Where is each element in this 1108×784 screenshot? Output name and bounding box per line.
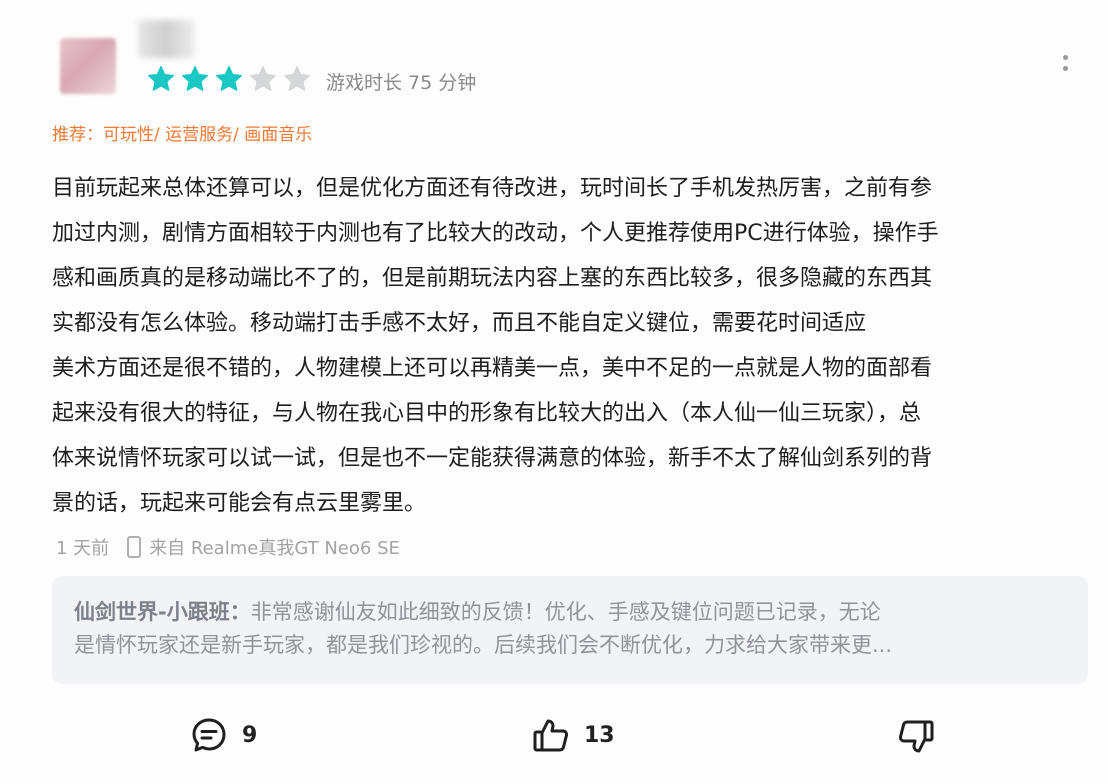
review-card: 游戏时长 75 分钟 推荐：可玩性/ 运营服务/ 画面音乐 目前玩起来总体还算可… (0, 0, 1108, 784)
star-icon (182, 66, 208, 91)
comment-count: 9 (242, 722, 258, 748)
more-icon (1062, 55, 1068, 60)
device-label: 来自 Realme真我GT Neo6 SE (149, 538, 400, 559)
comment-icon (192, 718, 226, 752)
phone-icon (127, 536, 142, 558)
tag-item[interactable]: 推荐：可玩性/ (52, 125, 160, 145)
like-button[interactable]: 13 (532, 716, 615, 754)
dislike-button[interactable] (897, 718, 935, 756)
more-options-button[interactable] (1050, 48, 1080, 78)
thumbs-up-icon (533, 719, 569, 752)
like-count: 13 (584, 722, 615, 748)
rating-stars (146, 64, 312, 94)
tag-item[interactable]: 运营服务/ (160, 125, 239, 145)
star-icon (148, 66, 174, 91)
developer-reply[interactable]: 仙剑世界-小跟班：非常感谢仙友如此细致的反馈！优化、手感及键位问题已记录，无论 … (52, 576, 1088, 684)
tag-item[interactable]: 画面音乐 (239, 125, 312, 145)
time-ago: 1 天前 (56, 538, 110, 559)
star-icon (216, 66, 242, 91)
comment-button[interactable]: 9 (190, 716, 257, 754)
star-icon (250, 66, 276, 91)
review-text: 目前玩起来总体还算可以，但是优化方面还有待改进，玩时间长了手机发热厉害，之前有参… (52, 166, 1086, 526)
reply-author: 仙剑世界-小跟班： (74, 600, 251, 624)
reply-line-1: 仙剑世界-小跟班：非常感谢仙友如此细致的反馈！优化、手感及键位问题已记录，无论 (74, 596, 1066, 629)
review-body: 目前玩起来总体还算可以，但是优化方面还有待改进，玩时间长了手机发热厉害，之前有参… (52, 176, 939, 516)
thumbs-down-icon (898, 720, 934, 753)
more-icon-dot (1062, 66, 1068, 71)
username-blurred[interactable] (138, 20, 194, 58)
avatar[interactable] (60, 38, 116, 94)
recommend-tags: 推荐：可玩性/ 运营服务/ 画面音乐 (52, 120, 312, 145)
playtime-label: 游戏时长 75 分钟 (326, 72, 477, 94)
star-icon (284, 66, 310, 91)
reply-text-1: 非常感谢仙友如此细致的反馈！优化、手感及键位问题已记录，无论 (250, 600, 881, 624)
review-meta: 1 天前 来自 Realme真我GT Neo6 SE (56, 534, 400, 560)
action-bar: 9 13 (0, 712, 1108, 762)
reply-line-2: 是情怀玩家还是新手玩家，都是我们珍视的。后续我们会不断优化，力求给大家带来更..… (74, 633, 893, 657)
